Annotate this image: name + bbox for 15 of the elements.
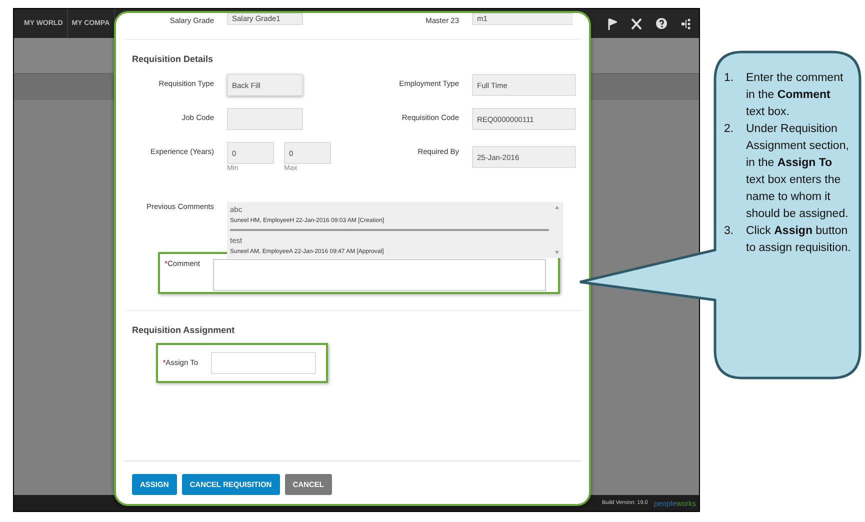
step-text: Enter the comment in the Comment text box. [746,71,844,120]
section-title: Requisition Details [132,54,214,64]
tools-icon[interactable] [631,18,642,30]
step-text: Click Assign button to assign requisition. [746,224,852,256]
scrollbar[interactable] [554,204,560,256]
input-field[interactable] [211,352,316,374]
step-number: 1. [724,71,735,86]
help-icon[interactable] [656,18,667,29]
step-number: 2. [724,122,735,137]
input-field[interactable] [227,108,303,130]
step-text: Under Requisition Assignment section, in the Assign To text box enters the name to whom it should be assigned. [746,122,850,222]
section-title: Requisition Assignment [132,325,236,335]
hierarchy-icon[interactable] [681,18,691,30]
step-number: 3. [724,224,735,239]
flag-icon[interactable] [607,18,617,30]
